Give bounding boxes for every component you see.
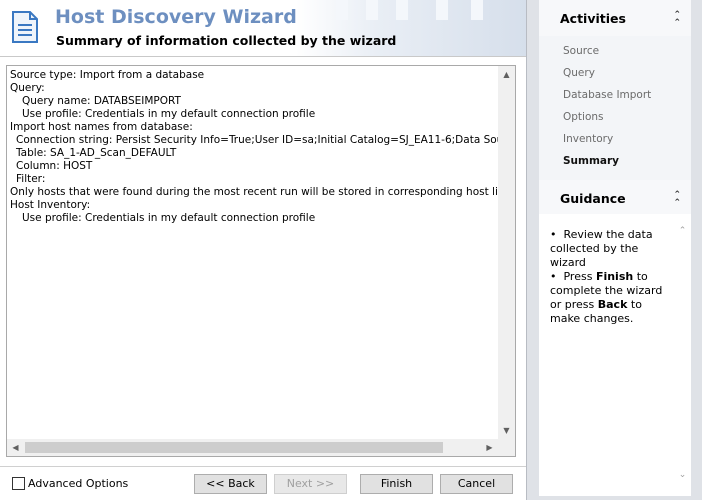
- activities-title: Activities: [560, 11, 626, 26]
- side-panel: Activities ⌃ ⌃ Source Query Database Import…: [526, 0, 702, 500]
- wizard-header: Host Discovery Wizard Summary of informa…: [0, 0, 526, 56]
- activity-item-inventory: Inventory: [563, 133, 614, 145]
- summary-line: Query:: [10, 82, 45, 94]
- document-icon: [12, 11, 38, 43]
- horizontal-scrollbar[interactable]: ◀ ▶: [7, 439, 498, 456]
- guidance-title: Guidance: [560, 191, 626, 206]
- double-chevron-up-icon[interactable]: ⌃ ⌃: [673, 191, 681, 208]
- vertical-scrollbar[interactable]: ▲ ▼: [498, 66, 515, 439]
- footer-divider: [0, 466, 526, 467]
- back-button[interactable]: << Back: [194, 474, 267, 494]
- summary-line: Use profile: Credentials in my default c…: [22, 108, 316, 120]
- summary-line: Source type: Import from a database: [10, 69, 205, 81]
- guidance-bullet-review: • Review the data collected by the wizar…: [550, 228, 653, 269]
- scroll-down-icon[interactable]: ▼: [498, 422, 515, 439]
- guidance-box: • Review the data collected by the wizar…: [539, 214, 691, 496]
- wizard-subtitle: Summary of information collected by the …: [56, 33, 397, 48]
- advanced-options-label: Advanced Options: [28, 477, 129, 490]
- scrollbar-corner: [498, 439, 515, 456]
- summary-line: Query name: DATABSEIMPORT: [22, 95, 181, 107]
- summary-content: Source type: Import from a database Query…: [10, 69, 498, 439]
- advanced-options-checkbox[interactable]: Advanced Options: [12, 477, 128, 490]
- guidance-scrollbar[interactable]: ⌃ ⌄: [674, 214, 691, 496]
- guidance-text: • Review the data collected by the wizar…: [550, 228, 668, 326]
- summary-line: Use profile: Credentials in my default c…: [22, 212, 316, 224]
- chevron-up-icon[interactable]: ⌃: [674, 226, 691, 236]
- scroll-up-icon[interactable]: ▲: [498, 66, 515, 83]
- summary-line: Table: SA_1-AD_Scan_DEFAULT: [16, 147, 177, 159]
- activity-item-query: Query: [563, 67, 595, 79]
- chevron-down-icon[interactable]: ⌄: [674, 470, 691, 480]
- activity-item-options: Options: [563, 111, 604, 123]
- header-divider: [0, 56, 526, 57]
- scroll-left-icon[interactable]: ◀: [7, 439, 24, 456]
- guidance-bullet-finish: • Press Finish to complete the wizard or…: [550, 270, 663, 325]
- summary-line: Connection string: Persist Security Info…: [16, 134, 498, 146]
- activity-item-summary: Summary: [563, 155, 620, 167]
- guidance-header[interactable]: Guidance ⌃ ⌃: [539, 180, 691, 214]
- finish-button[interactable]: Finish: [360, 474, 433, 494]
- summary-line: Only hosts that were found during the mo…: [10, 186, 498, 198]
- activity-item-database-import: Database Import: [563, 89, 652, 101]
- scroll-right-icon[interactable]: ▶: [481, 439, 498, 456]
- activities-header[interactable]: Activities ⌃ ⌃: [539, 0, 691, 36]
- summary-line: Filter:: [16, 173, 46, 185]
- double-chevron-up-icon[interactable]: ⌃ ⌃: [673, 11, 681, 28]
- summary-line: Column: HOST: [16, 160, 93, 172]
- summary-textbox[interactable]: Source type: Import from a database Query…: [6, 65, 516, 457]
- cancel-button[interactable]: Cancel: [440, 474, 513, 494]
- wizard-title: Host Discovery Wizard: [55, 6, 297, 28]
- horizontal-scroll-thumb[interactable]: [25, 442, 443, 453]
- next-button[interactable]: Next >>: [274, 474, 347, 494]
- activity-item-source: Source: [563, 45, 600, 57]
- summary-line: Import host names from database:: [10, 121, 193, 133]
- checkbox-icon[interactable]: [12, 477, 25, 490]
- activities-list: Source Query Database Import Options Invento…: [539, 36, 691, 180]
- summary-line: Host Inventory:: [10, 199, 91, 211]
